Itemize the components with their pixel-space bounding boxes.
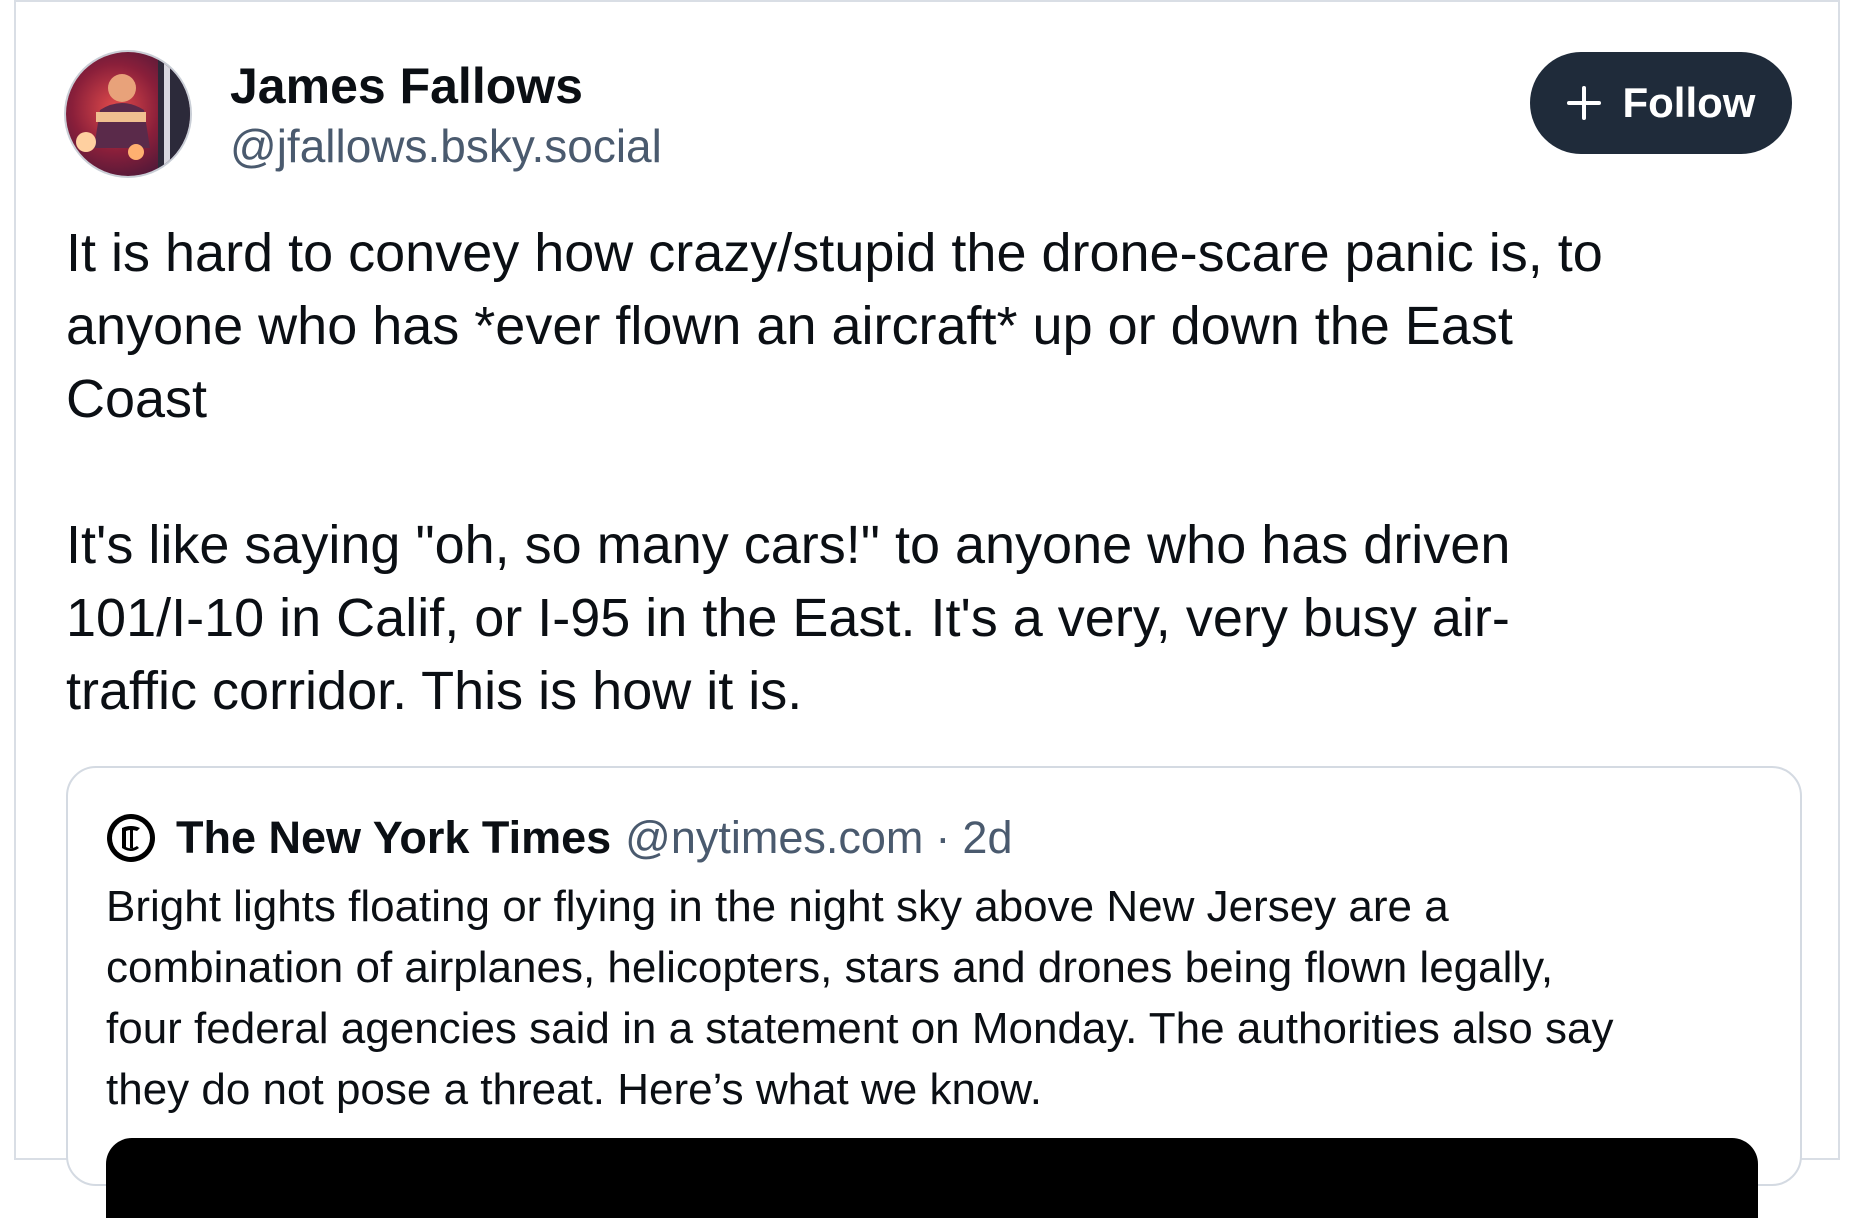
plus-icon (1566, 86, 1601, 120)
post-body: It is hard to convey how crazy/stupid th… (66, 217, 1826, 728)
author-name[interactable]: James Fallows (230, 56, 662, 116)
author-handle[interactable]: @jfallows.bsky.social (230, 118, 662, 174)
follow-label: Follow (1622, 79, 1756, 126)
post-header: James Fallows @jfallows.bsky.social Foll… (66, 52, 1792, 182)
quote-text-line: combination of airplanes, helicopters, s… (106, 943, 1554, 992)
quote-text-line: they do not pose a threat. Here’s what w… (106, 1065, 1042, 1114)
post-text-line: Coast (66, 369, 208, 429)
nyt-logo-icon (106, 813, 156, 863)
quote-timestamp[interactable]: 2d (962, 810, 1012, 866)
quote-media-preview[interactable] (106, 1138, 1758, 1218)
post-text-line: It's like saying "oh, so many cars!" to … (66, 515, 1511, 575)
author-avatar[interactable] (66, 52, 190, 176)
quote-text-line: four federal agencies said in a statemen… (106, 1004, 1614, 1053)
post-card[interactable]: James Fallows @jfallows.bsky.social Foll… (14, 0, 1840, 1218)
avatar-photo-icon (66, 52, 190, 176)
post-text-line: traffic corridor. This is how it is. (66, 661, 803, 721)
follow-button[interactable]: Follow (1530, 52, 1792, 154)
post-text-line: anyone who has *ever flown an aircraft* … (66, 296, 1513, 356)
quote-body: Bright lights floating or flying in the … (106, 876, 1786, 1120)
quoted-post[interactable]: The New York Times @nytimes.com · 2d Bri… (66, 766, 1802, 1218)
post-text-line: 101/I-10 in Calif, or I-95 in the East. … (66, 588, 1510, 648)
post-text-line: It is hard to convey how crazy/stupid th… (66, 223, 1603, 283)
author-info: James Fallows @jfallows.bsky.social (230, 56, 662, 174)
quote-header: The New York Times @nytimes.com · 2d (106, 810, 1012, 866)
quote-author-name[interactable]: The New York Times (176, 810, 611, 866)
quote-text-line: Bright lights floating or flying in the … (106, 882, 1449, 931)
quote-author-handle[interactable]: @nytimes.com (625, 810, 923, 866)
quote-separator: · (935, 812, 951, 863)
